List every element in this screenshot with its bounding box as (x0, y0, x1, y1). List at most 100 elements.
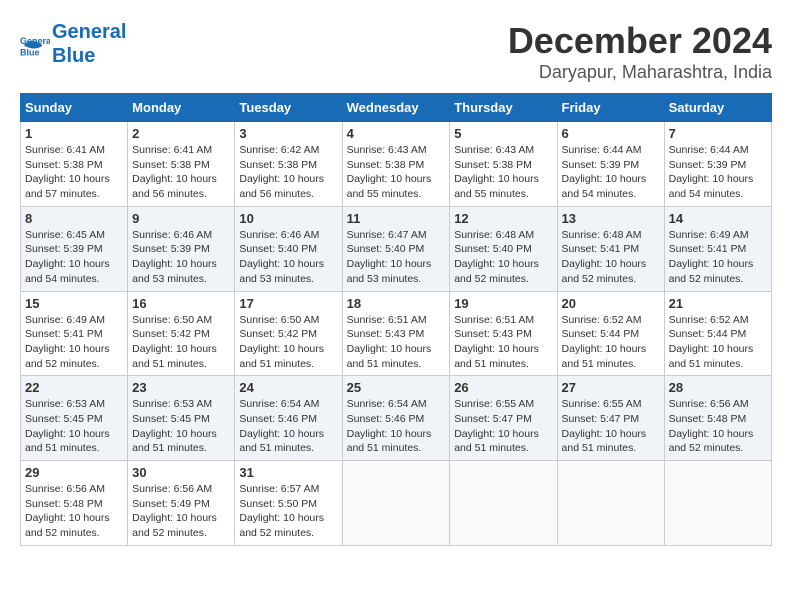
calendar-cell: 4 Sunrise: 6:43 AMSunset: 5:38 PMDayligh… (342, 122, 450, 207)
day-info: Sunrise: 6:48 AMSunset: 5:41 PMDaylight:… (562, 229, 647, 285)
calendar-week-row: 8 Sunrise: 6:45 AMSunset: 5:39 PMDayligh… (21, 206, 772, 291)
day-info: Sunrise: 6:47 AMSunset: 5:40 PMDaylight:… (347, 229, 432, 285)
day-info: Sunrise: 6:52 AMSunset: 5:44 PMDaylight:… (669, 314, 754, 370)
calendar-cell: 30 Sunrise: 6:56 AMSunset: 5:49 PMDaylig… (128, 461, 235, 546)
day-number: 16 (132, 296, 230, 311)
day-number: 9 (132, 211, 230, 226)
day-info: Sunrise: 6:53 AMSunset: 5:45 PMDaylight:… (25, 398, 110, 454)
day-number: 17 (239, 296, 337, 311)
calendar-cell: 19 Sunrise: 6:51 AMSunset: 5:43 PMDaylig… (450, 291, 557, 376)
day-info: Sunrise: 6:49 AMSunset: 5:41 PMDaylight:… (25, 314, 110, 370)
day-number: 14 (669, 211, 767, 226)
day-info: Sunrise: 6:44 AMSunset: 5:39 PMDaylight:… (669, 144, 754, 200)
calendar-cell: 27 Sunrise: 6:55 AMSunset: 5:47 PMDaylig… (557, 376, 664, 461)
calendar-header-monday: Monday (128, 94, 235, 122)
calendar-header-friday: Friday (557, 94, 664, 122)
calendar-cell: 20 Sunrise: 6:52 AMSunset: 5:44 PMDaylig… (557, 291, 664, 376)
day-info: Sunrise: 6:51 AMSunset: 5:43 PMDaylight:… (454, 314, 539, 370)
calendar-cell: 1 Sunrise: 6:41 AMSunset: 5:38 PMDayligh… (21, 122, 128, 207)
calendar-cell: 5 Sunrise: 6:43 AMSunset: 5:38 PMDayligh… (450, 122, 557, 207)
calendar-cell: 31 Sunrise: 6:57 AMSunset: 5:50 PMDaylig… (235, 461, 342, 546)
calendar-week-row: 29 Sunrise: 6:56 AMSunset: 5:48 PMDaylig… (21, 461, 772, 546)
calendar-cell: 22 Sunrise: 6:53 AMSunset: 5:45 PMDaylig… (21, 376, 128, 461)
day-info: Sunrise: 6:46 AMSunset: 5:40 PMDaylight:… (239, 229, 324, 285)
day-number: 6 (562, 126, 660, 141)
day-info: Sunrise: 6:56 AMSunset: 5:49 PMDaylight:… (132, 483, 217, 539)
day-info: Sunrise: 6:44 AMSunset: 5:39 PMDaylight:… (562, 144, 647, 200)
day-number: 28 (669, 380, 767, 395)
day-number: 19 (454, 296, 552, 311)
day-info: Sunrise: 6:46 AMSunset: 5:39 PMDaylight:… (132, 229, 217, 285)
calendar-cell: 18 Sunrise: 6:51 AMSunset: 5:43 PMDaylig… (342, 291, 450, 376)
calendar-cell: 14 Sunrise: 6:49 AMSunset: 5:41 PMDaylig… (664, 206, 771, 291)
calendar-body: 1 Sunrise: 6:41 AMSunset: 5:38 PMDayligh… (21, 122, 772, 546)
calendar-cell: 26 Sunrise: 6:55 AMSunset: 5:47 PMDaylig… (450, 376, 557, 461)
calendar-cell: 10 Sunrise: 6:46 AMSunset: 5:40 PMDaylig… (235, 206, 342, 291)
day-number: 27 (562, 380, 660, 395)
day-info: Sunrise: 6:49 AMSunset: 5:41 PMDaylight:… (669, 229, 754, 285)
title-area: December 2024 Daryapur, Maharashtra, Ind… (508, 20, 772, 83)
calendar-cell: 3 Sunrise: 6:42 AMSunset: 5:38 PMDayligh… (235, 122, 342, 207)
calendar-header-saturday: Saturday (664, 94, 771, 122)
day-number: 26 (454, 380, 552, 395)
day-number: 15 (25, 296, 123, 311)
day-number: 31 (239, 465, 337, 480)
calendar-cell: 17 Sunrise: 6:50 AMSunset: 5:42 PMDaylig… (235, 291, 342, 376)
day-info: Sunrise: 6:56 AMSunset: 5:48 PMDaylight:… (669, 398, 754, 454)
svg-text:Blue: Blue (20, 47, 40, 57)
calendar-cell: 2 Sunrise: 6:41 AMSunset: 5:38 PMDayligh… (128, 122, 235, 207)
day-info: Sunrise: 6:54 AMSunset: 5:46 PMDaylight:… (239, 398, 324, 454)
day-number: 3 (239, 126, 337, 141)
calendar-cell: 24 Sunrise: 6:54 AMSunset: 5:46 PMDaylig… (235, 376, 342, 461)
day-info: Sunrise: 6:41 AMSunset: 5:38 PMDaylight:… (132, 144, 217, 200)
day-number: 25 (347, 380, 446, 395)
logo: General Blue General Blue (20, 20, 126, 68)
calendar-cell: 8 Sunrise: 6:45 AMSunset: 5:39 PMDayligh… (21, 206, 128, 291)
day-number: 22 (25, 380, 123, 395)
day-number: 10 (239, 211, 337, 226)
calendar-cell (557, 461, 664, 546)
day-number: 23 (132, 380, 230, 395)
calendar-cell: 11 Sunrise: 6:47 AMSunset: 5:40 PMDaylig… (342, 206, 450, 291)
calendar-cell: 21 Sunrise: 6:52 AMSunset: 5:44 PMDaylig… (664, 291, 771, 376)
calendar-header-row: SundayMondayTuesdayWednesdayThursdayFrid… (21, 94, 772, 122)
day-number: 5 (454, 126, 552, 141)
calendar-cell (664, 461, 771, 546)
calendar-week-row: 15 Sunrise: 6:49 AMSunset: 5:41 PMDaylig… (21, 291, 772, 376)
month-title: December 2024 (508, 20, 772, 62)
day-info: Sunrise: 6:43 AMSunset: 5:38 PMDaylight:… (347, 144, 432, 200)
day-number: 11 (347, 211, 446, 226)
day-info: Sunrise: 6:56 AMSunset: 5:48 PMDaylight:… (25, 483, 110, 539)
day-info: Sunrise: 6:55 AMSunset: 5:47 PMDaylight:… (562, 398, 647, 454)
calendar-header-sunday: Sunday (21, 94, 128, 122)
calendar-week-row: 1 Sunrise: 6:41 AMSunset: 5:38 PMDayligh… (21, 122, 772, 207)
day-info: Sunrise: 6:51 AMSunset: 5:43 PMDaylight:… (347, 314, 432, 370)
calendar-cell: 13 Sunrise: 6:48 AMSunset: 5:41 PMDaylig… (557, 206, 664, 291)
day-number: 30 (132, 465, 230, 480)
calendar-header-thursday: Thursday (450, 94, 557, 122)
day-number: 18 (347, 296, 446, 311)
logo-line2: Blue (52, 44, 126, 68)
day-number: 20 (562, 296, 660, 311)
day-number: 7 (669, 126, 767, 141)
calendar-cell (450, 461, 557, 546)
day-number: 12 (454, 211, 552, 226)
day-number: 24 (239, 380, 337, 395)
calendar-week-row: 22 Sunrise: 6:53 AMSunset: 5:45 PMDaylig… (21, 376, 772, 461)
day-info: Sunrise: 6:43 AMSunset: 5:38 PMDaylight:… (454, 144, 539, 200)
day-number: 2 (132, 126, 230, 141)
calendar-header-tuesday: Tuesday (235, 94, 342, 122)
day-info: Sunrise: 6:50 AMSunset: 5:42 PMDaylight:… (239, 314, 324, 370)
calendar-cell: 23 Sunrise: 6:53 AMSunset: 5:45 PMDaylig… (128, 376, 235, 461)
location-subtitle: Daryapur, Maharashtra, India (508, 62, 772, 83)
calendar-table: SundayMondayTuesdayWednesdayThursdayFrid… (20, 93, 772, 546)
calendar-cell: 15 Sunrise: 6:49 AMSunset: 5:41 PMDaylig… (21, 291, 128, 376)
day-info: Sunrise: 6:45 AMSunset: 5:39 PMDaylight:… (25, 229, 110, 285)
day-info: Sunrise: 6:50 AMSunset: 5:42 PMDaylight:… (132, 314, 217, 370)
calendar-cell: 16 Sunrise: 6:50 AMSunset: 5:42 PMDaylig… (128, 291, 235, 376)
day-number: 21 (669, 296, 767, 311)
calendar-cell: 29 Sunrise: 6:56 AMSunset: 5:48 PMDaylig… (21, 461, 128, 546)
day-info: Sunrise: 6:42 AMSunset: 5:38 PMDaylight:… (239, 144, 324, 200)
day-number: 29 (25, 465, 123, 480)
day-info: Sunrise: 6:57 AMSunset: 5:50 PMDaylight:… (239, 483, 324, 539)
